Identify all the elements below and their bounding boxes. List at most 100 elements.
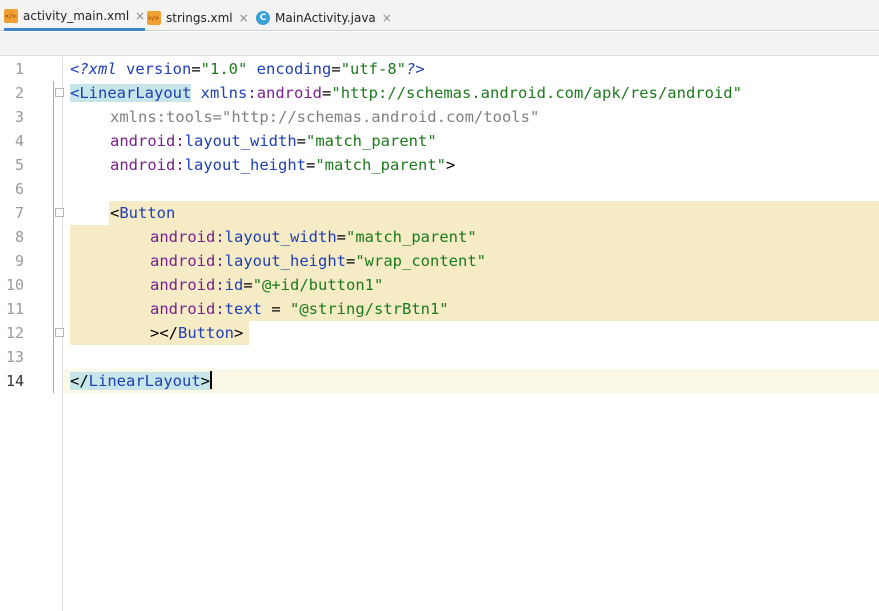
line-number-current: 14 (5, 372, 24, 390)
fold-end-icon[interactable] (55, 328, 64, 337)
line-number: 9 (14, 252, 24, 270)
token: > (234, 324, 244, 342)
line-number: 5 (14, 156, 24, 174)
token: "1.0" (200, 60, 248, 78)
token: Button (178, 324, 234, 342)
xml-file-icon (4, 9, 18, 23)
java-class-icon: C (256, 10, 270, 25)
xml-file-icon (147, 10, 161, 25)
code-line-12: ></Button> (64, 321, 879, 345)
token: ?xml (79, 60, 117, 78)
token: : (175, 156, 185, 174)
code-line-2: <LinearLayout xmlns:android="http://sche… (64, 81, 879, 105)
token: android (150, 252, 216, 270)
line-number: 12 (5, 324, 24, 342)
code-line-1: <?xml version="1.0" encoding="utf-8"?> (64, 57, 879, 81)
token: "@string/strBtn1" (290, 300, 449, 318)
token: xmlns:tools (110, 108, 213, 126)
token: xmlns (200, 84, 248, 102)
line-number: 8 (14, 228, 24, 246)
token: "@+id/button1" (252, 276, 384, 294)
line-number: 7 (14, 204, 24, 222)
token: version (116, 60, 192, 78)
code-editor[interactable]: <?xml version="1.0" encoding="utf-8"?> <… (64, 57, 879, 611)
token: "wrap_content" (355, 252, 486, 270)
token: </ (70, 372, 89, 390)
line-number: 4 (14, 132, 24, 150)
token: = (306, 156, 316, 174)
code-line-4: android:layout_width="match_parent" (64, 129, 879, 153)
line-number: 1 (14, 60, 24, 78)
token: < (70, 84, 80, 102)
line-number: 11 (5, 300, 24, 318)
editor-tab-bar: activity_main.xml × strings.xml × C Main… (0, 0, 879, 31)
token: : (215, 276, 225, 294)
token: LinearLayout (79, 84, 192, 102)
matched-tag: <LinearLayout (70, 84, 192, 102)
token: = (262, 300, 290, 318)
token: id (224, 276, 244, 294)
code-line-11: android:text = "@string/strBtn1" (64, 297, 879, 321)
token: "http://schemas.android.com/apk/res/andr… (331, 84, 742, 102)
editor-header-strip (0, 32, 879, 56)
line-number: 13 (5, 348, 24, 366)
token: = (331, 60, 341, 78)
token: < (110, 204, 120, 222)
code-line-10: android:id="@+id/button1" (64, 273, 879, 297)
token: android (110, 156, 176, 174)
code-line-7: <Button (64, 201, 879, 225)
line-number: 6 (14, 180, 24, 198)
token: "http://schemas.android.com/tools" (222, 108, 540, 126)
matched-tag: </LinearLayout> (70, 372, 210, 390)
tab-strings-xml[interactable]: strings.xml × (147, 4, 249, 31)
tab-label: MainActivity.java (275, 10, 376, 25)
line-number: 2 (14, 84, 24, 102)
token: : (215, 252, 225, 270)
token: : (247, 84, 257, 102)
token: layout_width (184, 132, 297, 150)
token: : (175, 132, 185, 150)
token: = (296, 132, 306, 150)
token: = (336, 228, 346, 246)
token: "match_parent" (315, 156, 446, 174)
token: Button (119, 204, 176, 222)
token: : (215, 300, 225, 318)
text-caret (210, 371, 212, 389)
fold-toggle-icon[interactable] (55, 208, 64, 217)
token: layout_height (184, 156, 306, 174)
code-line-9: android:layout_height="wrap_content" (64, 249, 879, 273)
close-icon[interactable]: × (135, 9, 145, 23)
code-line-5: android:layout_height="match_parent"> (64, 153, 879, 177)
token: LinearLayout (88, 372, 201, 390)
token: ?> (406, 60, 425, 78)
token: = (346, 252, 356, 270)
token: ></ (150, 324, 178, 342)
token: > (200, 372, 210, 390)
code-line-3: xmlns:tools="http://schemas.android.com/… (64, 105, 879, 129)
token: encoding (247, 60, 332, 78)
close-icon[interactable]: × (382, 11, 392, 25)
token: = (322, 84, 332, 102)
token: "match_parent" (306, 132, 437, 150)
token: android (150, 228, 216, 246)
token: < (70, 60, 80, 78)
token: layout_width (224, 228, 337, 246)
token: = (212, 108, 222, 126)
line-number: 3 (14, 108, 24, 126)
code-line-14: </LinearLayout> (64, 369, 879, 393)
close-icon[interactable]: × (239, 11, 249, 25)
token: : (215, 228, 225, 246)
tab-mainactivity-java[interactable]: C MainActivity.java × (256, 4, 392, 31)
token: > (446, 156, 456, 174)
token: android (256, 84, 323, 102)
token: android (150, 300, 216, 318)
line-number-gutter[interactable]: 1 2 3 4 5 6 7 8 9 10 11 12 13 14 (0, 57, 64, 611)
tab-activity-main-xml[interactable]: activity_main.xml × (4, 4, 146, 31)
token: "match_parent" (346, 228, 477, 246)
fold-toggle-icon[interactable] (55, 88, 64, 97)
token: = (243, 276, 253, 294)
fold-guide-line (53, 81, 54, 393)
token: = (191, 60, 201, 78)
token: text (224, 300, 262, 318)
